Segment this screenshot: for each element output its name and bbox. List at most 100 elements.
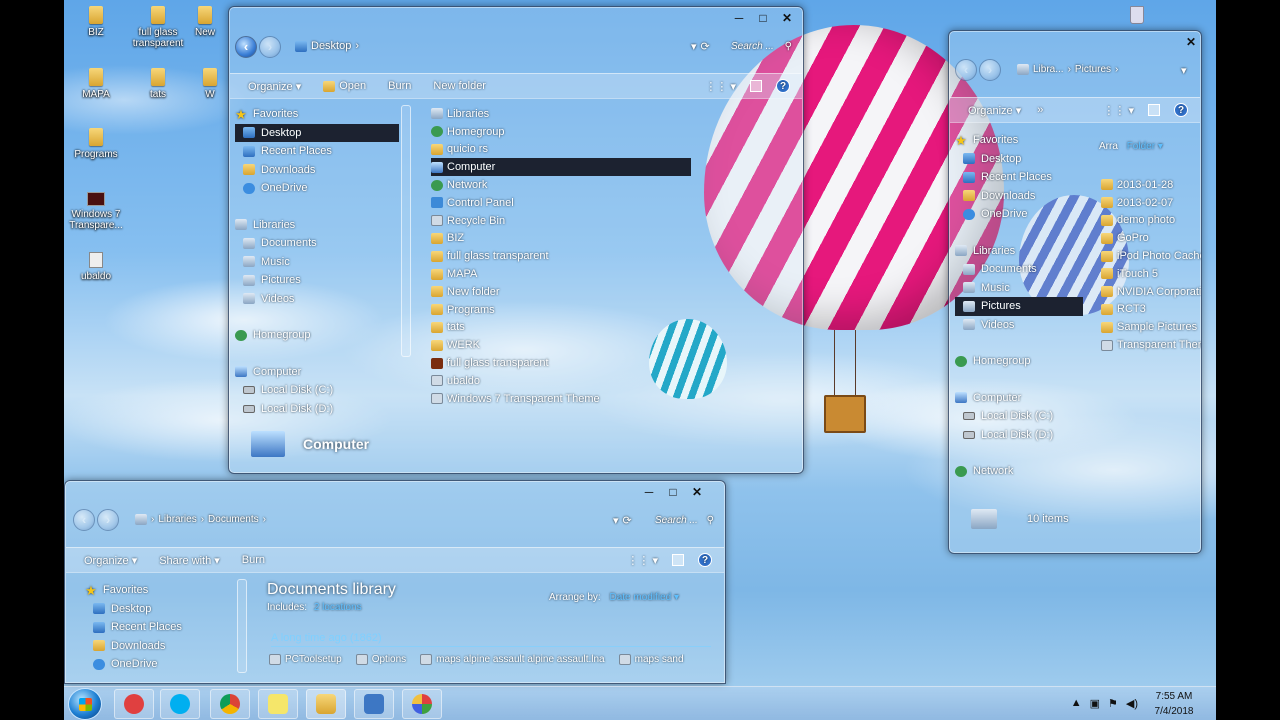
nav-documents[interactable]: Documents — [235, 234, 399, 253]
organize-button[interactable]: Organize ▾ — [968, 104, 1021, 117]
start-button[interactable] — [68, 688, 102, 720]
remote-desktop-button[interactable] — [354, 689, 394, 719]
file-item[interactable]: MAPA — [431, 265, 691, 283]
open-button[interactable]: Open — [323, 80, 366, 92]
nav-downloads[interactable]: Downloads — [235, 161, 399, 180]
flag-icon[interactable]: ⚑ — [1108, 697, 1118, 710]
organize-button[interactable]: Organize ▾ — [84, 554, 137, 567]
group-header[interactable]: A long time ago (1862) — [271, 632, 711, 647]
file-item[interactable]: Transparent Them — [1101, 336, 1201, 354]
refresh-icon[interactable]: ⟳ — [623, 514, 632, 527]
file-item[interactable]: Homegroup — [431, 123, 691, 141]
document-item[interactable]: maps alpine assault alpine assault.lna — [420, 654, 605, 665]
nav-onedrive[interactable]: OneDrive — [955, 205, 1083, 224]
share-with-button[interactable]: Share with ▾ — [159, 554, 220, 567]
nav-homegroup[interactable]: Homegroup — [955, 352, 1083, 371]
chevron-down-icon[interactable]: ▾ — [613, 514, 619, 527]
chevron-down-icon[interactable]: ▾ — [691, 40, 697, 53]
file-item[interactable]: RCT3 — [1101, 301, 1201, 319]
file-item[interactable]: Sample Pictures — [1101, 318, 1201, 336]
nav-pictures[interactable]: Pictures — [235, 271, 399, 290]
file-item[interactable]: Network — [431, 176, 691, 194]
desktop-icon[interactable]: Windows 7 Transpare... — [64, 192, 134, 231]
chevron-down-icon[interactable]: ▾ — [1181, 64, 1187, 77]
file-item[interactable]: NVIDIA Corporatio — [1101, 283, 1201, 301]
view-options-icon[interactable]: ⋮⋮ ▾ — [1103, 104, 1134, 117]
nav-favorites[interactable]: ★ Favorites — [235, 105, 399, 124]
file-item[interactable]: New folder — [431, 283, 691, 301]
file-item[interactable]: full glass transparent — [431, 247, 691, 265]
file-item[interactable]: Recycle Bin — [431, 212, 691, 230]
nav-scrollbar[interactable] — [401, 105, 411, 357]
file-item[interactable]: demo photo — [1101, 212, 1201, 230]
network-tray-icon[interactable]: ▣ — [1090, 697, 1100, 710]
nav-downloads[interactable]: Downloads — [85, 637, 233, 656]
nav-computer[interactable]: Computer — [955, 389, 1083, 408]
file-item[interactable]: Control Panel — [431, 194, 691, 212]
nav-desktop[interactable]: Desktop — [955, 150, 1083, 169]
document-item[interactable]: maps sand — [618, 654, 684, 665]
document-item[interactable]: Options — [355, 654, 406, 665]
back-button[interactable]: ‹ — [955, 59, 977, 81]
nav-recent-places[interactable]: Recent Places — [235, 142, 399, 161]
file-item[interactable]: quicio rs — [431, 141, 691, 159]
forward-button[interactable]: › — [259, 36, 281, 58]
nav-local-disk-d[interactable]: Local Disk (D:) — [955, 426, 1083, 445]
file-item[interactable]: iTouch 5 — [1101, 265, 1201, 283]
arrange-dropdown[interactable]: Date modified ▾ — [609, 592, 679, 603]
desktop-icon[interactable]: Programs — [64, 128, 134, 160]
organize-button[interactable]: Organize ▾ — [248, 80, 301, 93]
maximize-icon[interactable]: □ — [755, 11, 771, 25]
address-bar[interactable]: Desktop › — [295, 40, 359, 52]
burn-button[interactable]: Burn — [242, 554, 265, 566]
show-hidden-icons-icon[interactable]: ▲ — [1071, 697, 1082, 710]
desktop-icon[interactable]: tats — [120, 68, 196, 100]
search-input[interactable]: Search ... ⚲ — [655, 515, 714, 526]
nav-scrollbar[interactable] — [237, 579, 247, 673]
new-folder-button[interactable]: New folder — [433, 80, 486, 92]
file-item[interactable]: iPod Photo Cache — [1101, 247, 1201, 265]
nav-onedrive[interactable]: OneDrive — [85, 655, 233, 674]
address-bar[interactable]: › Libraries › Documents › — [135, 514, 266, 525]
nav-music[interactable]: Music — [955, 279, 1083, 298]
file-item[interactable]: BIZ — [431, 230, 691, 248]
nav-recent-places[interactable]: Recent Places — [85, 618, 233, 637]
nav-local-disk-c[interactable]: Local Disk (C:) — [235, 381, 399, 400]
nav-local-disk-c[interactable]: Local Disk (C:) — [955, 407, 1083, 426]
file-item[interactable]: Computer — [431, 158, 691, 177]
help-icon[interactable]: ? — [698, 553, 712, 567]
burn-button[interactable]: Burn — [388, 80, 411, 92]
desktop-icon[interactable]: W — [190, 68, 230, 100]
nav-videos[interactable]: Videos — [955, 316, 1083, 335]
nav-downloads[interactable]: Downloads — [955, 187, 1083, 206]
close-icon[interactable]: ✕ — [1183, 35, 1199, 49]
nav-favorites[interactable]: ★ Favorites — [85, 581, 233, 600]
file-item[interactable]: 2013-01-28 — [1101, 176, 1201, 194]
minimize-icon[interactable]: ─ — [641, 485, 657, 499]
preview-pane-icon[interactable] — [750, 80, 762, 92]
close-icon[interactable]: ✕ — [689, 485, 705, 499]
nav-homegroup[interactable]: Homegroup — [235, 326, 399, 345]
minimize-icon[interactable]: ─ — [731, 11, 747, 25]
view-options-icon[interactable]: ⋮⋮ ▾ — [705, 80, 736, 93]
nav-computer[interactable]: Computer — [235, 363, 399, 382]
volume-icon[interactable]: ◀) — [1126, 697, 1138, 710]
preview-pane-icon[interactable] — [1148, 104, 1160, 116]
nav-local-disk-d[interactable]: Local Disk (D:) — [235, 400, 399, 419]
close-icon[interactable]: ✕ — [779, 11, 795, 25]
help-icon[interactable]: ? — [776, 79, 790, 93]
document-item[interactable]: PCToolsetup — [269, 654, 342, 665]
nav-documents[interactable]: Documents — [955, 260, 1083, 279]
nav-libraries[interactable]: Libraries — [955, 242, 1083, 261]
search-input[interactable]: Search ... ⚲ — [731, 41, 792, 52]
explorer-button[interactable] — [306, 689, 346, 719]
help-icon[interactable]: ? — [1174, 103, 1188, 117]
nav-music[interactable]: Music — [235, 253, 399, 272]
back-button[interactable]: ‹ — [235, 36, 257, 58]
preview-pane-icon[interactable] — [672, 554, 684, 566]
file-item[interactable]: Windows 7 Transparent Theme — [431, 390, 691, 408]
nav-libraries[interactable]: Libraries — [235, 216, 399, 235]
back-button[interactable]: ‹ — [73, 509, 95, 531]
maximize-icon[interactable]: □ — [665, 485, 681, 499]
refresh-icon[interactable]: ⟳ — [701, 40, 710, 53]
